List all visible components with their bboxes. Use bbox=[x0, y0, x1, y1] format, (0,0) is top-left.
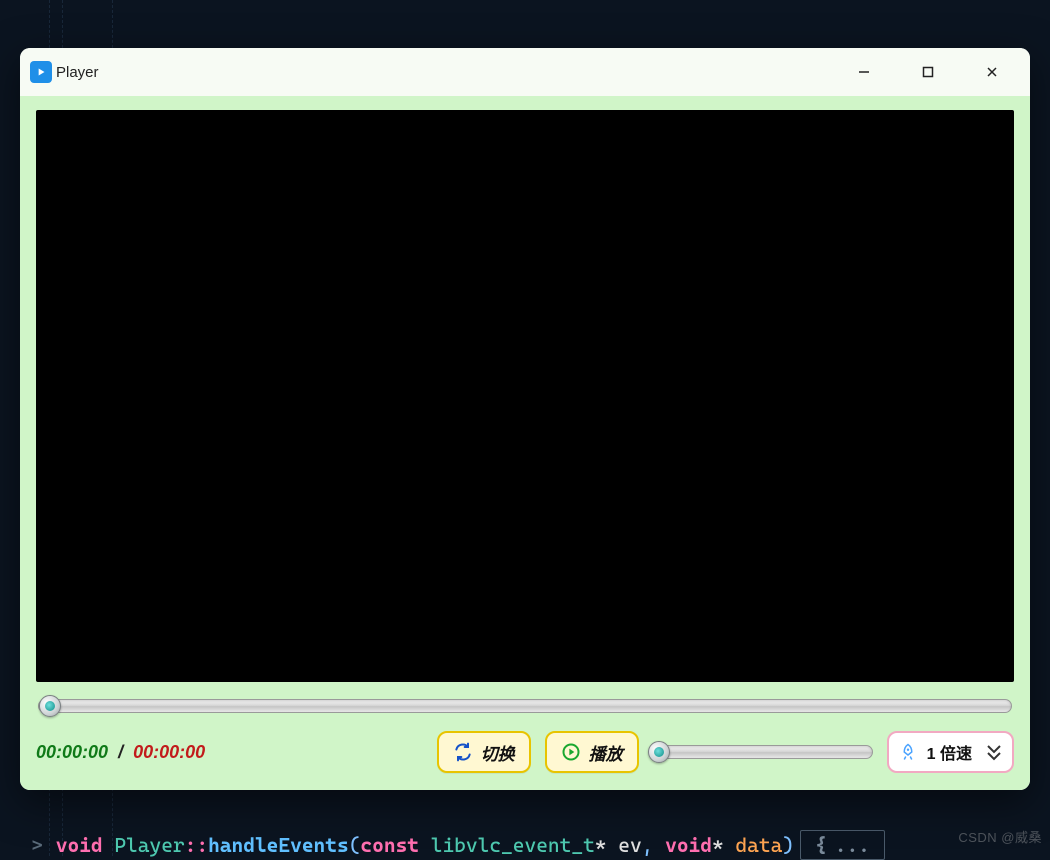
watermark: CSDN @威桑 bbox=[958, 827, 1042, 846]
seek-slider[interactable] bbox=[38, 694, 1012, 718]
speed-selector[interactable]: 1 倍速 bbox=[887, 731, 1014, 773]
volume-thumb[interactable] bbox=[648, 741, 670, 763]
play-icon bbox=[561, 742, 581, 762]
seek-row bbox=[36, 694, 1014, 718]
switch-label: 切换 bbox=[481, 740, 515, 765]
seek-thumb[interactable] bbox=[39, 695, 61, 717]
volume-track bbox=[653, 745, 873, 759]
time-separator: / bbox=[118, 742, 123, 763]
switch-button[interactable]: 切换 bbox=[437, 731, 531, 773]
swap-icon bbox=[453, 742, 473, 762]
time-display: 00:00:00 / 00:00:00 bbox=[36, 742, 205, 763]
time-current: 00:00:00 bbox=[36, 742, 108, 763]
window-title: Player bbox=[56, 64, 99, 81]
player-client: 00:00:00 / 00:00:00 切换 播放 bbox=[20, 96, 1030, 790]
video-surface[interactable] bbox=[36, 110, 1014, 682]
titlebar[interactable]: Player bbox=[20, 48, 1030, 96]
rocket-icon bbox=[899, 743, 917, 761]
minimize-button[interactable] bbox=[832, 48, 896, 96]
chevron-down-icon bbox=[982, 737, 1006, 767]
player-window: Player 00:00:00 / 00:00:00 bbox=[20, 48, 1030, 790]
controls-row: 00:00:00 / 00:00:00 切换 播放 bbox=[36, 730, 1014, 774]
app-icon bbox=[30, 61, 52, 83]
play-label: 播放 bbox=[589, 740, 623, 765]
play-button[interactable]: 播放 bbox=[545, 731, 639, 773]
seek-track bbox=[38, 699, 1012, 713]
close-button[interactable] bbox=[960, 48, 1024, 96]
window-controls bbox=[832, 48, 1024, 96]
speed-label: 1 倍速 bbox=[927, 740, 972, 764]
time-total: 00:00:00 bbox=[133, 742, 205, 763]
volume-slider[interactable] bbox=[653, 740, 873, 764]
maximize-button[interactable] bbox=[896, 48, 960, 96]
